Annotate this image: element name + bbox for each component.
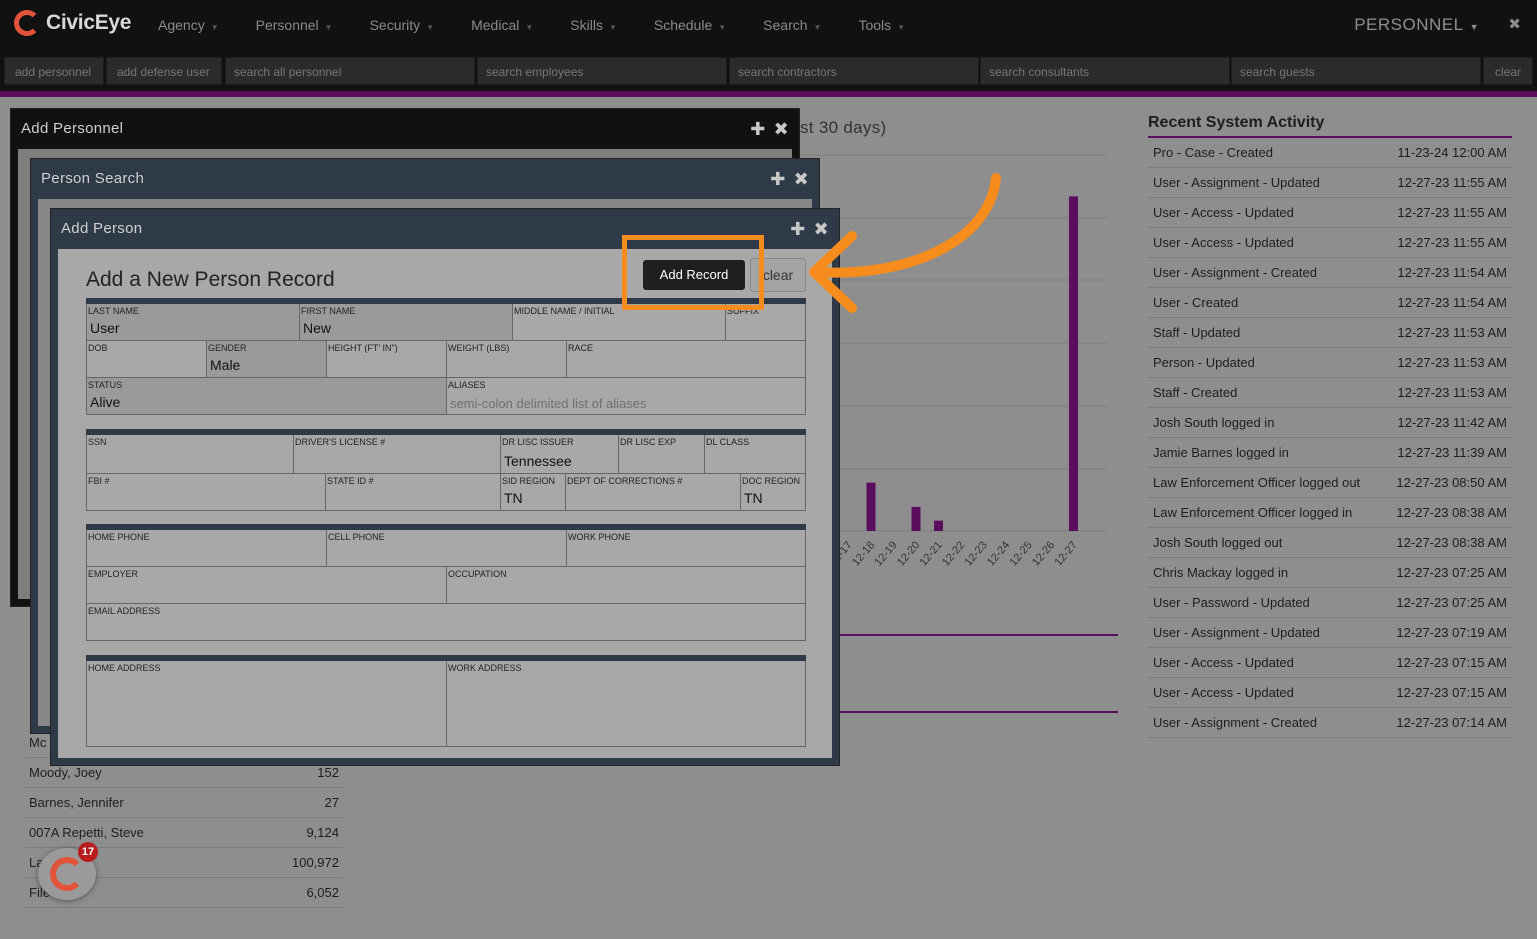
notifications-button[interactable]: 17 bbox=[38, 842, 98, 900]
civiceye-logo-icon bbox=[50, 857, 84, 891]
notification-count-badge: 17 bbox=[78, 842, 98, 862]
pointer-arrow-icon bbox=[809, 173, 1001, 313]
